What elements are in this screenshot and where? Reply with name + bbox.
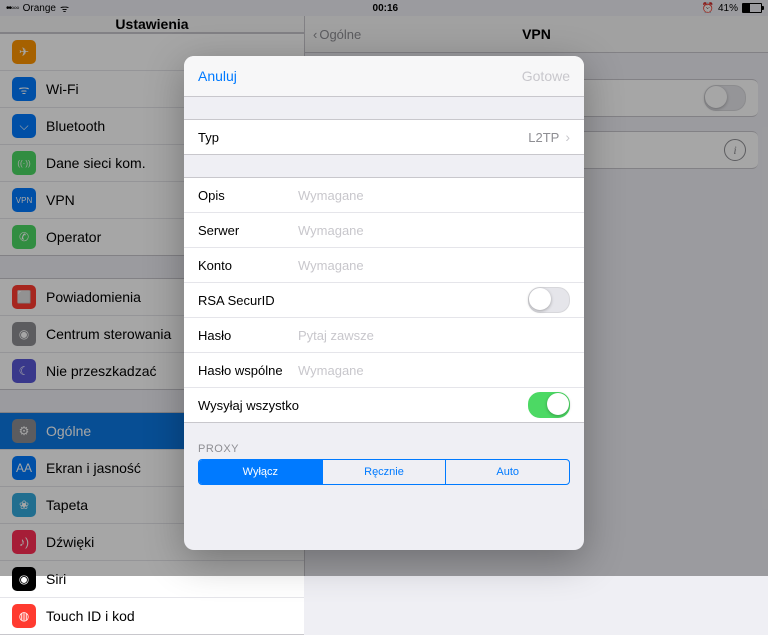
account-input[interactable]: Wymagane (298, 258, 570, 273)
send-all-row: Wysyłaj wszystko (184, 387, 584, 422)
password-input[interactable]: Pytaj zawsze (298, 328, 570, 343)
sidebar-item[interactable]: ◍ Touch ID i kod (0, 597, 304, 634)
done-button[interactable]: Gotowe (522, 68, 570, 84)
rsa-row: RSA SecurID (184, 282, 584, 317)
description-input[interactable]: Wymagane (298, 188, 570, 203)
password-row[interactable]: Hasło Pytaj zawsze (184, 317, 584, 352)
proxy-off[interactable]: Wyłącz (199, 460, 322, 484)
sidebar-icon: ◍ (12, 604, 36, 628)
type-label: Typ (198, 130, 298, 145)
modal-header: Anuluj Gotowe (184, 56, 584, 97)
account-row[interactable]: Konto Wymagane (184, 247, 584, 282)
sidebar-item-label: Touch ID i kod (46, 608, 135, 624)
description-row[interactable]: Opis Wymagane (184, 178, 584, 212)
send-all-toggle[interactable] (528, 392, 570, 418)
rsa-toggle[interactable] (528, 287, 570, 313)
server-row[interactable]: Serwer Wymagane (184, 212, 584, 247)
proxy-manual[interactable]: Ręcznie (322, 460, 446, 484)
server-input[interactable]: Wymagane (298, 223, 570, 238)
type-value: L2TP (298, 130, 559, 145)
proxy-section-label: PROXY (184, 423, 584, 459)
type-row[interactable]: Typ L2TP › (184, 120, 584, 154)
shared-secret-row[interactable]: Hasło wspólne Wymagane (184, 352, 584, 387)
cancel-button[interactable]: Anuluj (198, 68, 237, 84)
proxy-segmented[interactable]: Wyłącz Ręcznie Auto (198, 459, 570, 485)
shared-secret-input[interactable]: Wymagane (298, 363, 570, 378)
chevron-right-icon: › (565, 129, 570, 145)
proxy-auto[interactable]: Auto (445, 460, 569, 484)
vpn-config-modal: Anuluj Gotowe Typ L2TP › Opis Wymagane S… (184, 56, 584, 550)
